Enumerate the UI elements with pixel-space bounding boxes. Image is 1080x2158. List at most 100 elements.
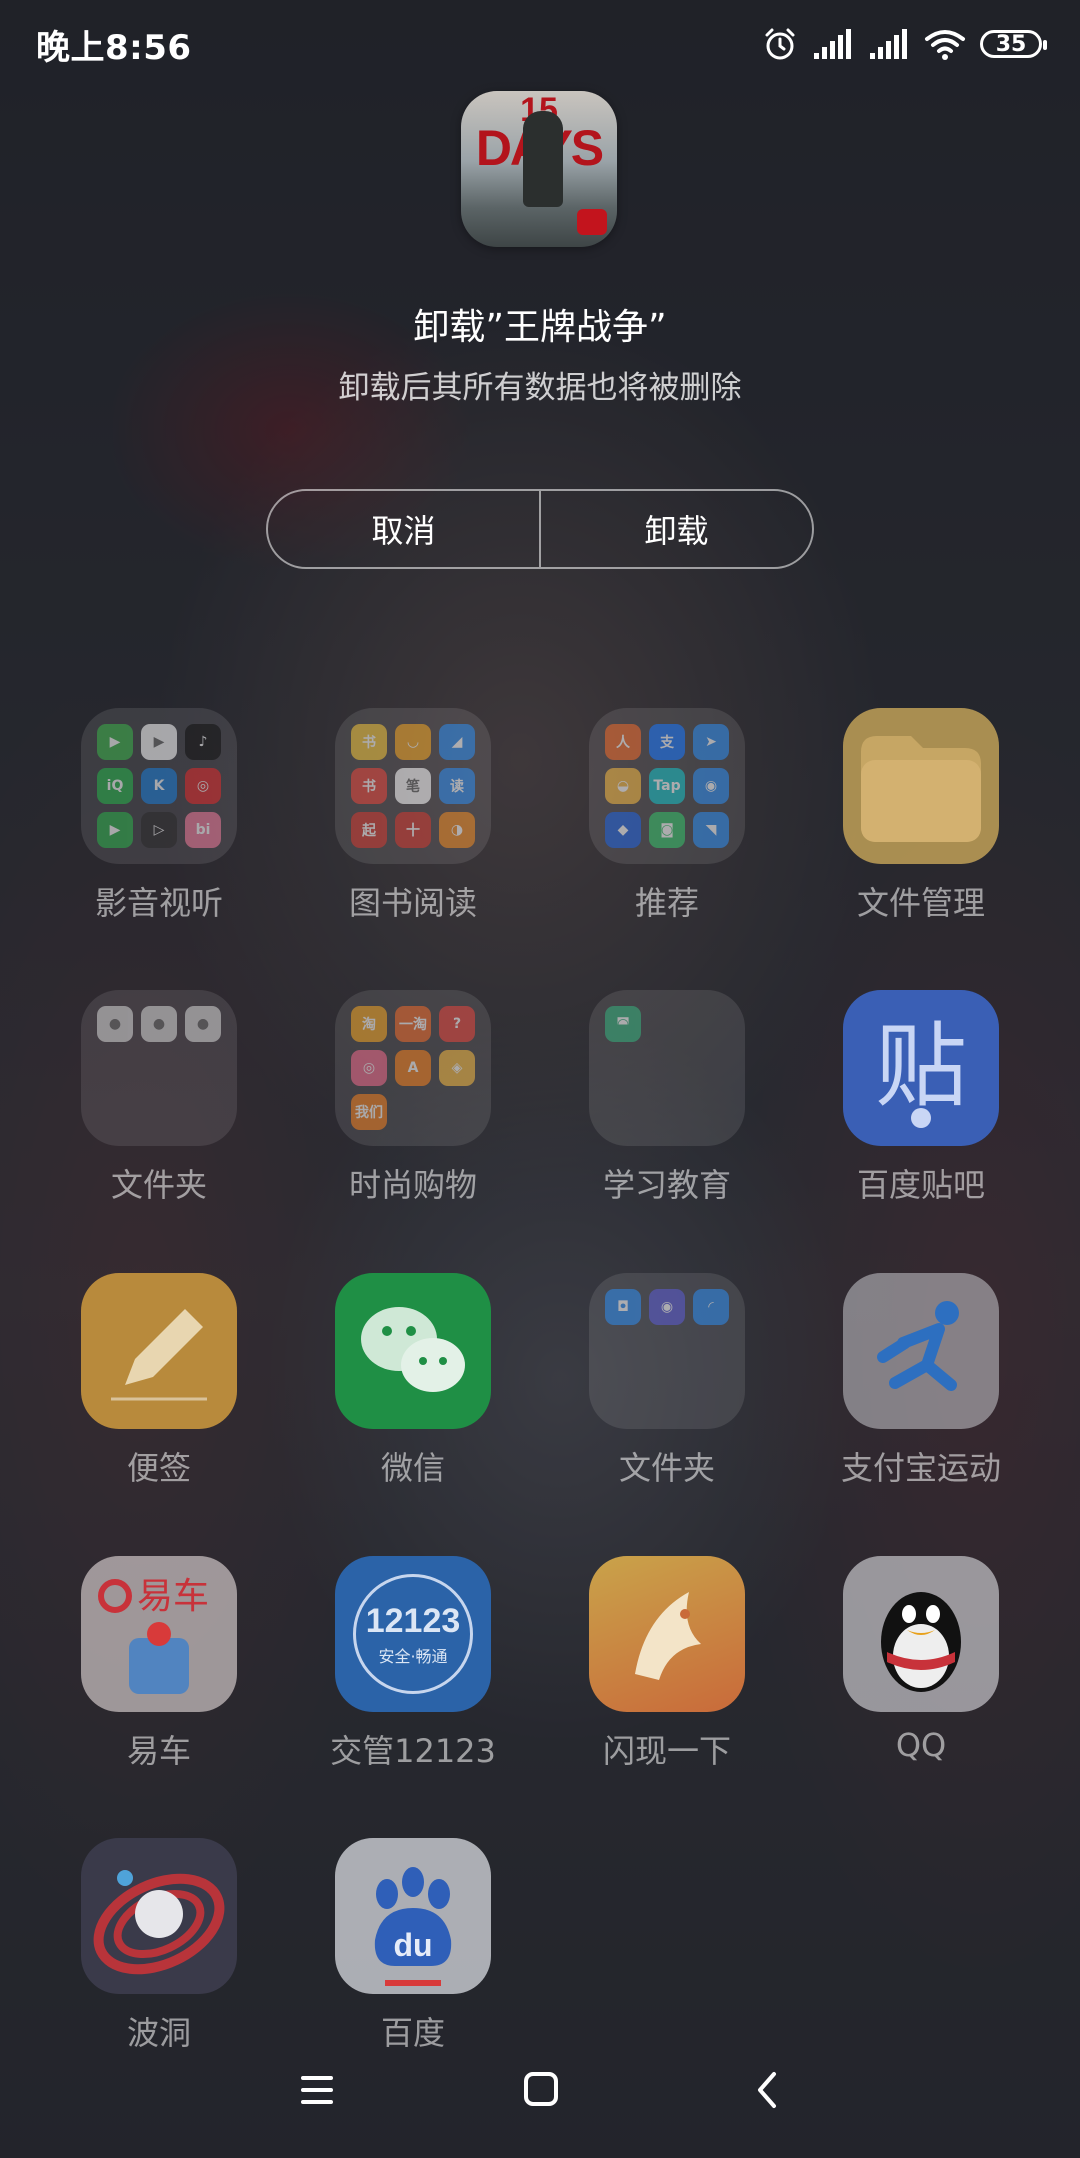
wechat-app-icon[interactable] xyxy=(335,1273,491,1429)
game-app-icon: 15 DAYS xyxy=(461,91,617,247)
read-icon: ◢ xyxy=(439,724,475,760)
app-5[interactable]: ● ● ● 文件夹 xyxy=(64,990,254,1206)
folder-tile[interactable]: 书 ◡ ◢ 书笔读起十 ◑ xyxy=(335,708,491,864)
status-icons: 35 xyxy=(762,22,1047,66)
cancel-button[interactable]: 取消 xyxy=(268,491,539,567)
yiche-icon: 易车 xyxy=(98,1576,209,1694)
back-icon[interactable] xyxy=(728,2050,808,2130)
dialog-buttons: 取消 卸载 xyxy=(266,489,814,569)
bodong-app-icon[interactable] xyxy=(81,1838,237,1994)
wave-icon: ◜ xyxy=(693,1289,729,1325)
app-icon: ◆ xyxy=(605,812,641,848)
pen-icon: 笔 xyxy=(395,768,431,804)
qidian-icon: 起 xyxy=(351,812,387,848)
tieba-app-icon[interactable]: 贴 xyxy=(843,990,999,1146)
face-icon: ◉ xyxy=(649,1289,685,1325)
app-2[interactable]: 书 ◡ ◢ 书笔读起十 ◑ 图书阅读 xyxy=(318,708,508,924)
app-6[interactable]: 淘一淘? ◎ A ◈ 我们 时尚购物 xyxy=(318,990,508,1206)
home-icon[interactable] xyxy=(500,2050,580,2130)
folder-preview-grid: ◚ xyxy=(605,1006,729,1130)
app-label: 推荐 xyxy=(634,884,699,922)
folder-tile[interactable]: 人支 ➤ ◒ Tap ◉ ◆ ◙ ◥ xyxy=(589,708,745,864)
app-9[interactable]: 便签 xyxy=(64,1273,254,1489)
dialog-subtitle: 卸载后其所有数据也将被删除 xyxy=(338,370,742,406)
taptap-icon: Tap xyxy=(649,768,685,804)
app-17[interactable]: 波洞 xyxy=(64,1838,254,2054)
shop-icon: 我们 xyxy=(351,1094,387,1130)
tieba-icon: 贴 xyxy=(875,1013,967,1128)
qq-app-icon[interactable] xyxy=(843,1556,999,1712)
app-12[interactable]: 支付宝运动 xyxy=(826,1273,1016,1489)
app-10[interactable]: 微信 xyxy=(318,1273,508,1489)
folder-tile[interactable]: ● ● ● xyxy=(81,990,237,1146)
signal-icon-sim1 xyxy=(814,29,851,59)
study-icon: ◚ xyxy=(605,1006,641,1042)
video-icon: ▶ xyxy=(141,724,177,760)
menu-icon[interactable] xyxy=(277,2050,357,2130)
wechat-icon xyxy=(361,1307,465,1392)
svg-text:易车: 易车 xyxy=(137,1576,209,1617)
notes-app-icon[interactable] xyxy=(81,1273,237,1429)
flash-app-icon[interactable] xyxy=(589,1556,745,1712)
app-11[interactable]: ◘ ◉ ◜ 文件夹 xyxy=(572,1273,762,1489)
app-1[interactable]: ▶ ▶ ♪ iQ K ◎ ▶ ▷ bi 影音视听 xyxy=(64,708,254,924)
file-manager-app-icon[interactable] xyxy=(843,708,999,864)
iqiyi-icon: iQ xyxy=(97,768,133,804)
contact-icon: ● xyxy=(141,1006,177,1042)
folder-tile[interactable]: ◘ ◉ ◜ xyxy=(589,1273,745,1429)
app-8[interactable]: 贴百度贴吧 xyxy=(826,990,1016,1206)
contact-icon: ● xyxy=(185,1006,221,1042)
flash-icon xyxy=(635,1592,701,1680)
app-4[interactable]: 文件管理 xyxy=(826,708,1016,924)
traffic-app-icon[interactable]: 12123 安全·畅通 xyxy=(335,1556,491,1712)
question-icon: ? xyxy=(439,1006,475,1042)
send-icon: ◥ xyxy=(693,812,729,848)
app-label: 影音视听 xyxy=(94,884,223,922)
app-label: 文件夹 xyxy=(110,1166,207,1204)
bodong-icon xyxy=(93,1870,225,1975)
yiche-app-icon[interactable]: 易车 xyxy=(81,1556,237,1712)
book-icon: 书 xyxy=(351,768,387,804)
pencil-icon xyxy=(111,1309,207,1401)
baidu-logo-text: du xyxy=(393,1927,432,1963)
folder-tile[interactable]: ▶ ▶ ♪ iQ K ◎ ▶ ▷ bi xyxy=(81,708,237,864)
traffic-logo: 12123 安全·畅通 xyxy=(353,1574,473,1694)
folder-preview-grid: ◘ ◉ ◜ xyxy=(605,1289,729,1413)
folder-icon xyxy=(861,736,981,842)
battery-icon: 35 xyxy=(980,30,1047,58)
home-screen: 晚上8:56 35 15 卸载”王牌战争” 卸载后其所有数据也将被删除 取消 卸… xyxy=(0,0,1080,2158)
audio-book-icon: ◑ xyxy=(439,812,475,848)
app-14[interactable]: 12123 安全·畅通交管12123 xyxy=(318,1556,508,1772)
app-15[interactable]: 闪现一下 xyxy=(572,1556,762,1772)
folder-preview-grid: 淘一淘? ◎ A ◈ 我们 xyxy=(351,1006,475,1130)
gamepad-icon: ◘ xyxy=(605,1289,641,1325)
text-icon: 十 xyxy=(395,812,431,848)
folder-preview-grid: 人支 ➤ ◒ Tap ◉ ◆ ◙ ◥ xyxy=(605,724,729,848)
app-18[interactable]: du 百度 xyxy=(318,1838,508,2054)
status-bar: 晚上8:56 35 xyxy=(0,0,1080,86)
navigation-bar xyxy=(0,2050,1080,2130)
traffic-logo-slogan: 安全·畅通 xyxy=(378,1646,448,1666)
folder-tile[interactable]: 淘一淘? ◎ A ◈ 我们 xyxy=(335,990,491,1146)
alibaba-icon: A xyxy=(395,1050,431,1086)
folder-tile[interactable]: ◚ xyxy=(589,990,745,1146)
app-13[interactable]: 易车 易车 xyxy=(64,1556,254,1772)
bilibili-icon: bi xyxy=(185,812,221,848)
status-time: 晚上8:56 xyxy=(36,28,192,68)
alipay-sport-app-icon[interactable] xyxy=(843,1273,999,1429)
app-label: 交管12123 xyxy=(330,1732,496,1770)
app-7[interactable]: ◚ 学习教育 xyxy=(572,990,762,1206)
tencent-video-icon: ▷ xyxy=(141,812,177,848)
traffic-logo-number: 12123 xyxy=(365,1601,461,1640)
app-16[interactable]: QQ xyxy=(826,1556,1016,1764)
baidu-paw-icon: du xyxy=(374,1867,452,1986)
app-3[interactable]: 人支 ➤ ◒ Tap ◉ ◆ ◙ ◥ 推荐 xyxy=(572,708,762,924)
netease-music-icon: ◎ xyxy=(185,768,221,804)
game-icon: ◎ xyxy=(351,1050,387,1086)
battery-level: 35 xyxy=(995,31,1027,57)
app-label: 文件管理 xyxy=(856,884,985,922)
baidu-app-icon[interactable]: du xyxy=(335,1838,491,1994)
mobile-icon: ◉ xyxy=(693,768,729,804)
app-label: 图书阅读 xyxy=(348,884,477,922)
uninstall-button[interactable]: 卸载 xyxy=(541,491,812,567)
